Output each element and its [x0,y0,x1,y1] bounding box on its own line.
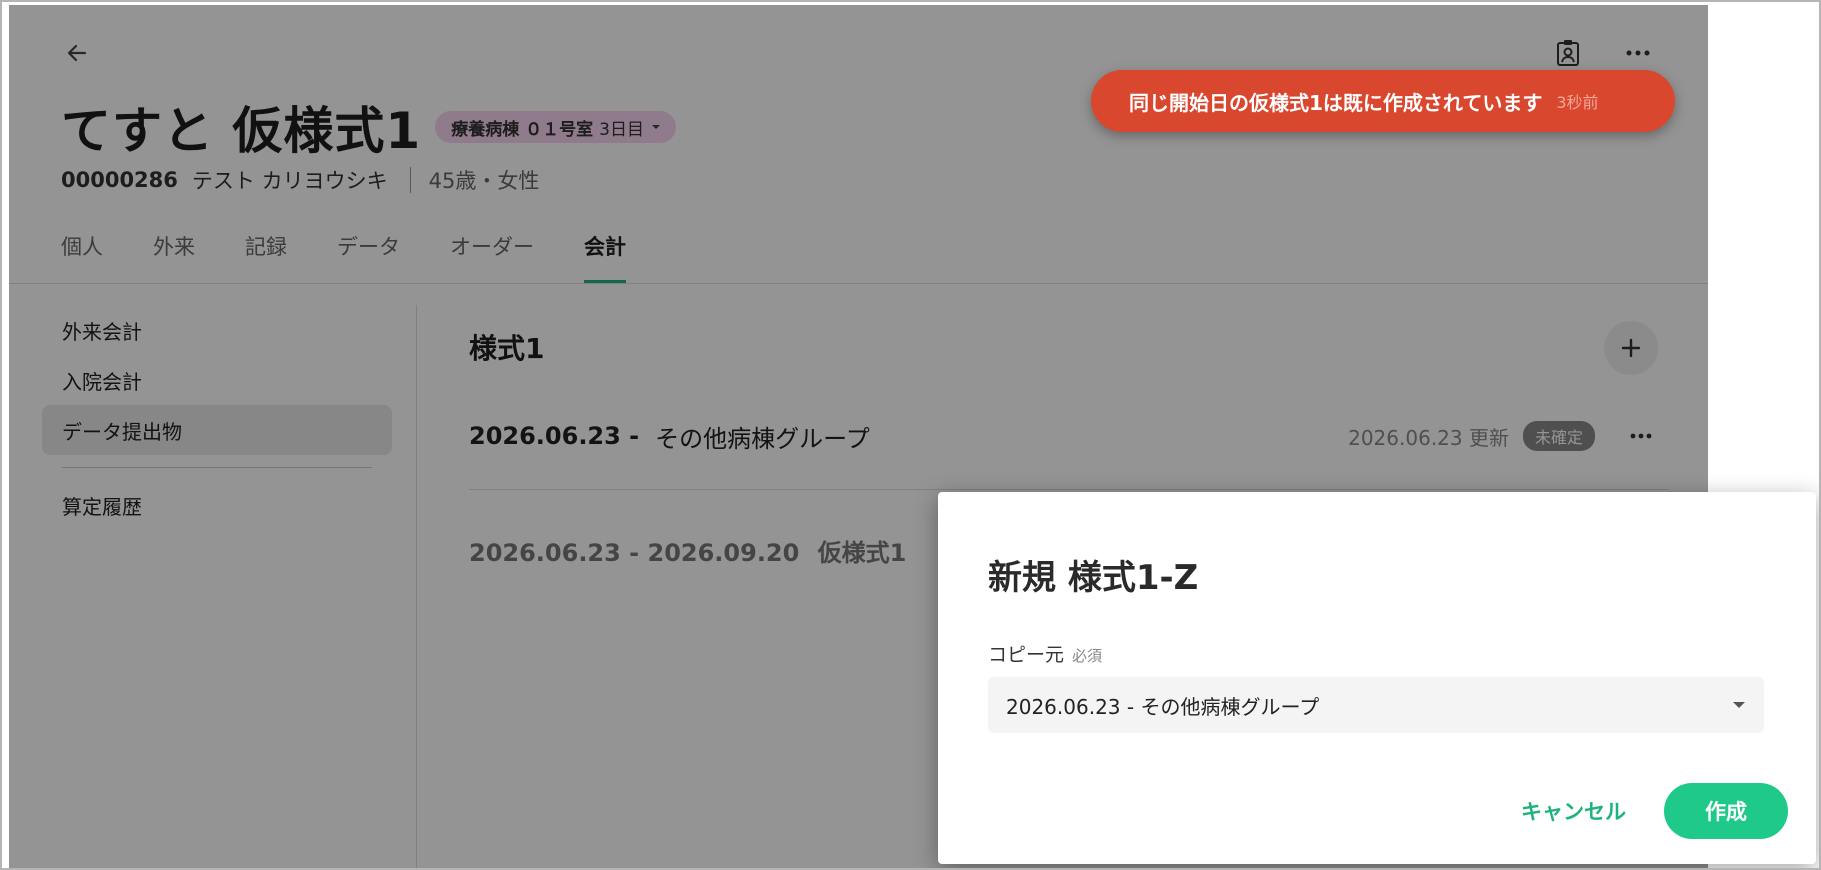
create-button[interactable]: 作成 [1664,783,1788,839]
dialog-title: 新規 様式1-Z [988,558,1199,598]
copy-source-label: コピー元 必須 [988,640,1102,667]
select-value: 2026.06.23 - その他病棟グループ [1006,694,1320,719]
field-label-text: コピー元 [988,644,1065,666]
error-toast: 同じ開始日の仮様式1は既に作成されています 3秒前 [1091,70,1675,132]
copy-source-select[interactable]: 2026.06.23 - その他病棟グループ [988,677,1764,733]
toast-message: 同じ開始日の仮様式1は既に作成されています [1129,90,1543,115]
cancel-button[interactable]: キャンセル [1521,796,1626,826]
caret-down-icon [1733,702,1745,708]
required-tag: 必須 [1072,647,1103,665]
dialog-actions: キャンセル 作成 [1521,783,1788,839]
screen-frame: てすと 仮様式1 療養病棟 ０１号室 3日目 00000286 テスト カリヨウ… [0,0,1821,870]
toast-time: 3秒前 [1556,93,1599,112]
new-form-dialog: 新規 様式1-Z コピー元 必須 2026.06.23 - その他病棟グループ キ… [938,492,1816,864]
